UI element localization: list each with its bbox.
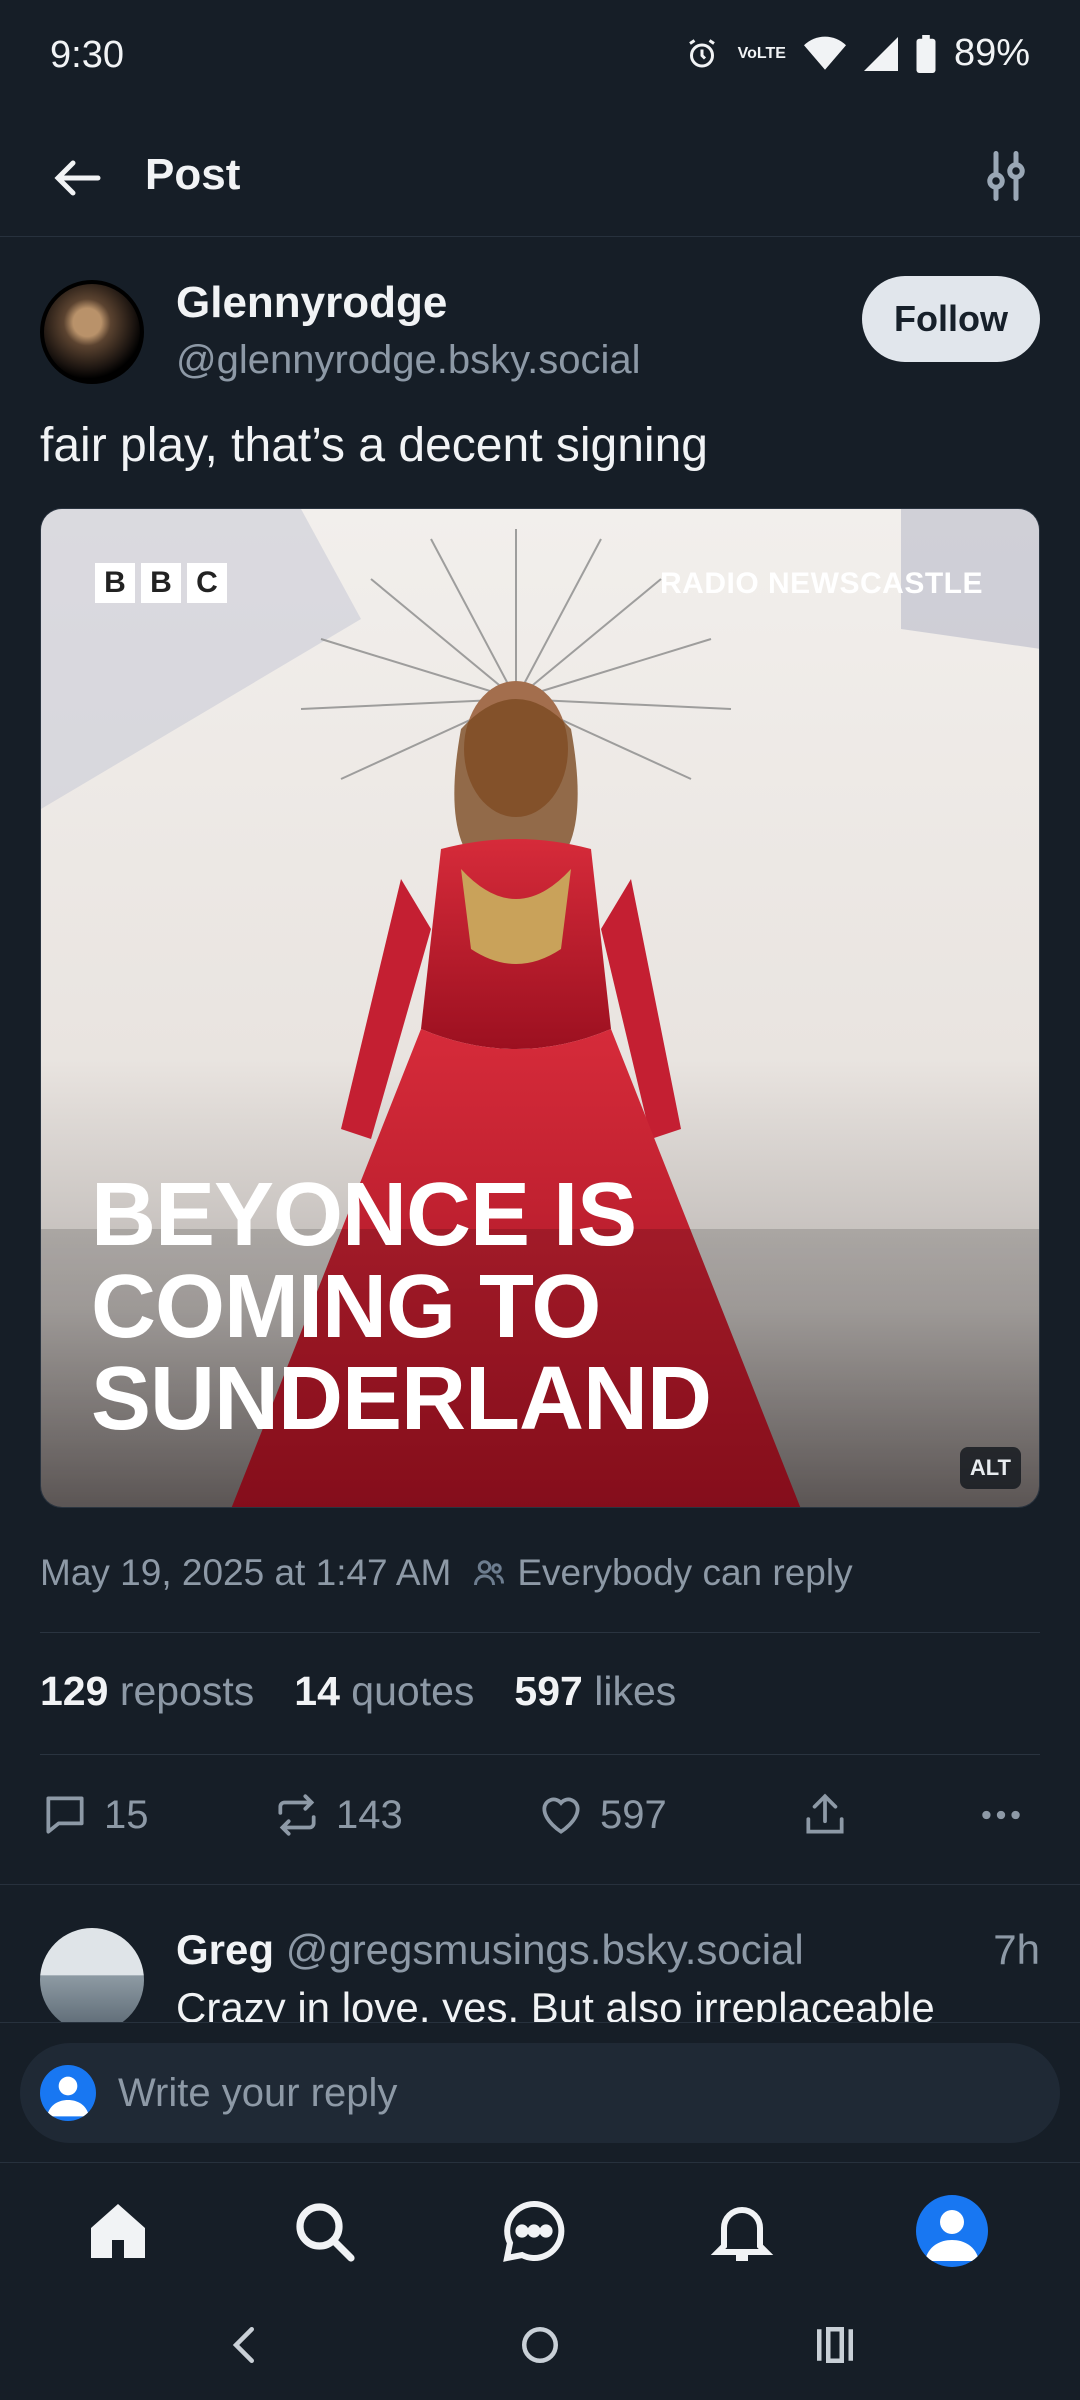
heart-icon (542, 1797, 580, 1834)
like-button[interactable]: 597 (536, 1790, 667, 1840)
top-header: Post (0, 118, 1080, 237)
reply-text: Crazy in love, yes. But also irreplaceab… (176, 1984, 935, 2022)
status-bar: 9:30 VoLTE 89% (0, 0, 1080, 118)
home-icon[interactable] (82, 2195, 154, 2267)
alt-badge[interactable]: ALT (959, 1447, 1021, 1489)
bottom-nav (0, 2162, 1080, 2293)
reply-permission: Everybody can reply (471, 1552, 853, 1594)
volte-indicator: VoLTE (737, 44, 786, 62)
comment-icon (46, 1796, 84, 1834)
like-count: 597 (600, 1792, 667, 1837)
signal-icon (863, 36, 898, 71)
repost-button[interactable]: 143 (272, 1790, 403, 1840)
share-button[interactable] (800, 1790, 850, 1840)
author-handle[interactable]: @glennyrodge.bsky.social (176, 338, 641, 383)
filter-icon[interactable] (976, 146, 1036, 206)
post-image[interactable]: B B C RADIO NEWSCASTLE BEYONCE IS COMING… (40, 508, 1040, 1508)
reply-input[interactable]: Write your reply (20, 2043, 1060, 2143)
divider (40, 1632, 1040, 1633)
system-nav-bar (0, 2292, 1080, 2400)
more-button[interactable] (976, 1790, 1026, 1840)
system-recents-icon[interactable] (808, 2318, 862, 2372)
battery-icon (916, 34, 936, 73)
reply-time: 7h (993, 1926, 1040, 1973)
share-icon (806, 1793, 844, 1834)
radio-brand: RADIO NEWSCASTLE (660, 567, 983, 600)
quotes-stat[interactable]: 14 quotes (294, 1668, 474, 1715)
chat-icon[interactable] (498, 2195, 570, 2267)
page-title: Post (145, 150, 241, 199)
system-home-icon[interactable] (513, 2318, 567, 2372)
repost-count: 143 (336, 1792, 403, 1837)
reply-composer-bar: Write your reply (0, 2022, 1080, 2163)
profile-icon[interactable] (916, 2195, 988, 2267)
more-icon (982, 1810, 1020, 1820)
users-icon (474, 1560, 505, 1586)
reply-count: 15 (104, 1792, 149, 1837)
repost-icon (278, 1794, 316, 1836)
status-time: 9:30 (50, 34, 124, 76)
reply-placeholder: Write your reply (118, 2070, 398, 2115)
status-icons: VoLTE 89% (684, 32, 1030, 75)
reply-item[interactable]: Greg @gregsmusings.bsky.social 7h Crazy … (0, 1886, 1080, 2022)
follow-button[interactable]: Follow (862, 276, 1040, 362)
reposts-stat[interactable]: 129 reposts (40, 1668, 254, 1715)
post-meta: May 19, 2025 at 1:47 AM Everybody can re… (40, 1552, 853, 1594)
bbc-logo: B B C (95, 563, 227, 603)
divider (40, 1754, 1040, 1755)
author-avatar[interactable] (40, 280, 144, 384)
reply-author[interactable]: Greg @gregsmusings.bsky.social (176, 1926, 804, 1974)
wifi-icon (803, 36, 846, 70)
image-headline: BEYONCE IS COMING TO SUNDERLAND (91, 1165, 712, 1449)
likes-stat[interactable]: 597 likes (514, 1668, 676, 1715)
alarm-icon (688, 38, 715, 67)
post-timestamp: May 19, 2025 at 1:47 AM (40, 1552, 452, 1593)
post-actions: 15 143 597 (40, 1790, 1040, 1850)
back-arrow-icon[interactable] (48, 148, 108, 208)
reply-button[interactable]: 15 (40, 1790, 149, 1840)
battery-level: 89% (953, 32, 1030, 74)
search-icon[interactable] (288, 2195, 360, 2267)
divider (0, 1884, 1080, 1885)
system-back-icon[interactable] (218, 2318, 272, 2372)
author-name[interactable]: Glennyrodge (176, 278, 447, 328)
post-stats: 129 reposts 14 quotes 597 likes (40, 1668, 676, 1715)
bell-icon[interactable] (706, 2195, 778, 2267)
reply-handle: @gregsmusings.bsky.social (285, 1926, 804, 1973)
reply-avatar[interactable] (40, 1928, 144, 2022)
post-text: fair play, that’s a decent signing (40, 419, 708, 472)
user-avatar-icon (40, 2065, 96, 2121)
